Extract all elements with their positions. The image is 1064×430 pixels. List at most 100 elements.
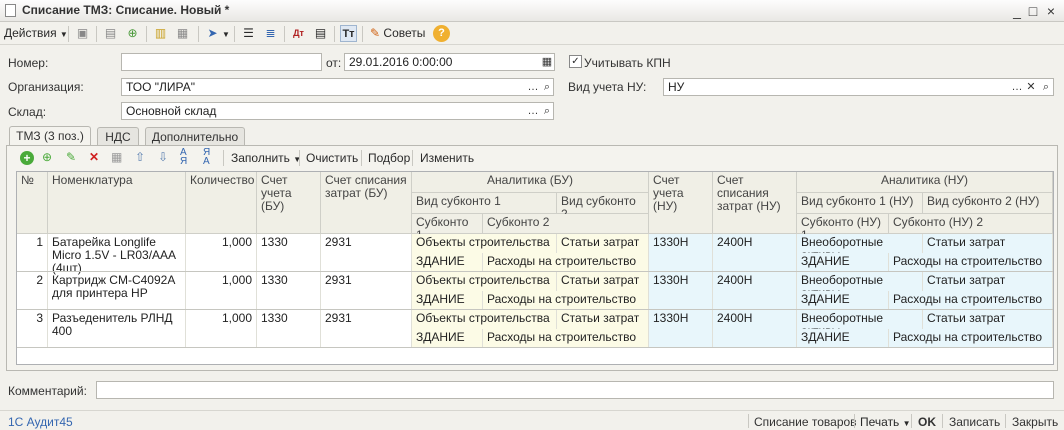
search-icon[interactable]: ⌕ [540, 79, 554, 95]
table-row[interactable]: 3 Разъеденитель РЛНД 400 1,000 1330 2931… [17, 310, 1053, 348]
header-nomenclature[interactable]: Номенклатура [48, 172, 186, 234]
warehouse-field[interactable]: Основной склад [121, 102, 554, 120]
sort-desc-icon[interactable]: ЯA [203, 148, 210, 167]
header-analytics-bu[interactable]: Аналитика (БУ) [412, 172, 649, 193]
subconto-1-nu-cell[interactable]: ЗДАНИЕ [797, 291, 889, 310]
table-row[interactable]: 1 Батарейка Longlife Micro 1.5V - LR03/A… [17, 234, 1053, 275]
subconto-1-cell[interactable]: ЗДАНИЕ [412, 329, 483, 348]
delete-icon[interactable]: ✕ [89, 150, 99, 164]
account-bu-cell[interactable]: 1330 [257, 272, 321, 310]
subconto-type-2-cell[interactable]: Статьи затрат [557, 272, 649, 291]
subconto-type-2-nu-cell[interactable]: Статьи затрат [923, 310, 1053, 329]
header-subconto-2-nu[interactable]: Субконто (НУ) 2 [889, 214, 1053, 234]
header-analytics-nu[interactable]: Аналитика (НУ) [797, 172, 1053, 193]
change-button[interactable]: Изменить [420, 151, 474, 165]
kpn-checkbox[interactable]: ✓ [569, 55, 582, 68]
writeoff-bu-cell[interactable]: 2931 [321, 234, 412, 272]
copy-icon[interactable]: ▤ [102, 25, 119, 42]
account-bu-cell[interactable]: 1330 [257, 234, 321, 272]
subconto-type-2-nu-cell[interactable]: Статьи затрат [923, 272, 1053, 291]
end-edit-icon[interactable]: ▦ [111, 150, 122, 164]
number-field[interactable] [121, 53, 322, 71]
add-row-icon[interactable]: + [20, 151, 34, 165]
quantity-cell[interactable]: 1,000 [186, 234, 257, 272]
subconto-1-cell[interactable]: ЗДАНИЕ [412, 291, 483, 310]
sort-asc-icon[interactable]: AЯ [180, 148, 187, 167]
subconto-type-1-nu-cell[interactable]: Внеоборотные активы [797, 234, 923, 262]
subconto-type-2-cell[interactable]: Статьи затрат [557, 310, 649, 329]
search-icon[interactable]: ⌕ [1039, 79, 1053, 95]
close-button[interactable]: Закрыть [1012, 415, 1058, 429]
header-subconto-type-1-nu[interactable]: Вид субконто 1 (НУ) [797, 193, 923, 214]
header-subconto-type-1[interactable]: Вид субконто 1 [412, 193, 557, 214]
date-field[interactable]: 29.01.2016 0:00:00 [344, 53, 555, 71]
report-icon[interactable]: ▤ [312, 25, 329, 42]
debit-credit-icon[interactable]: Дт [290, 25, 307, 42]
subconto-2-nu-cell[interactable]: Расходы на строительство [889, 253, 1053, 272]
header-subconto-1-nu[interactable]: Субконто (НУ) 1 [797, 214, 889, 242]
nu-type-field[interactable]: НУ [663, 78, 1054, 96]
writeoff-goods-button[interactable]: Списание товаров [754, 415, 857, 429]
writeoff-nu-cell[interactable]: 2400Н [713, 234, 797, 272]
search-icon[interactable]: ⌕ [540, 103, 554, 119]
subconto-type-1-cell[interactable]: Объекты строительства [412, 234, 557, 253]
quantity-cell[interactable]: 1,000 [186, 272, 257, 310]
clear-icon[interactable]: ✕ [1024, 79, 1038, 95]
writeoff-nu-cell[interactable]: 2400Н [713, 272, 797, 310]
select-button[interactable]: Подбор [368, 151, 410, 165]
fill-menu[interactable]: Заполнить ▼ [231, 151, 301, 165]
structure-icon[interactable]: ≣ [262, 25, 279, 42]
close-window-button[interactable]: × [1042, 2, 1060, 20]
header-subconto-type-2-nu[interactable]: Вид субконто 2 (НУ) [923, 193, 1053, 214]
account-bu-cell[interactable]: 1330 [257, 310, 321, 348]
account-nu-cell[interactable]: 1330Н [649, 310, 713, 348]
account-nu-cell[interactable]: 1330Н [649, 272, 713, 310]
subconto-1-cell[interactable]: ЗДАНИЕ [412, 253, 483, 272]
header-writeoff-bu[interactable]: Счет списания затрат (БУ) [321, 172, 412, 234]
nomenclature-cell[interactable]: Разъеденитель РЛНД 400 [48, 310, 186, 348]
actions-menu[interactable]: Действия ▼ [4, 26, 68, 40]
subconto-2-nu-cell[interactable]: Расходы на строительство [889, 329, 1053, 348]
writeoff-bu-cell[interactable]: 2931 [321, 272, 412, 310]
comment-field[interactable] [96, 381, 1054, 399]
subconto-type-1-cell[interactable]: Объекты строительства [412, 310, 557, 329]
move-down-icon[interactable]: ⇩ [158, 150, 168, 164]
unpost-icon[interactable]: ▦ [174, 25, 191, 42]
ellipsis-icon[interactable]: … [526, 79, 540, 95]
subconto-2-cell[interactable]: Расходы на строительство [483, 291, 649, 310]
tab-vat[interactable]: НДС [97, 127, 139, 146]
nomenclature-cell[interactable]: Батарейка Longlife Micro 1.5V - LR03/AAA… [48, 234, 186, 275]
subconto-type-1-nu-cell[interactable]: Внеоборотные активы [797, 310, 923, 338]
edit-icon[interactable]: ✎ [66, 150, 76, 164]
ok-button[interactable]: OK [918, 415, 936, 429]
move-up-icon[interactable]: ⇧ [135, 150, 145, 164]
calendar-icon[interactable]: ▦ [540, 54, 554, 70]
save-doc-icon[interactable]: ▥ [152, 25, 169, 42]
subconto-type-1-nu-cell[interactable]: Внеоборотные активы [797, 272, 923, 300]
save-button[interactable]: Записать [949, 415, 1000, 429]
subconto-1-nu-cell[interactable]: ЗДАНИЕ [797, 329, 889, 348]
writeoff-nu-cell[interactable]: 2400Н [713, 310, 797, 348]
subconto-2-cell[interactable]: Расходы на строительство [483, 253, 649, 272]
text-mode-icon[interactable]: Тт [340, 25, 357, 42]
account-nu-cell[interactable]: 1330Н [649, 234, 713, 272]
header-subconto-type-2[interactable]: Вид субконто 2 [557, 193, 649, 221]
subconto-2-nu-cell[interactable]: Расходы на строительство [889, 291, 1053, 310]
header-writeoff-nu[interactable]: Счет списания затрат (НУ) [713, 172, 797, 234]
subconto-1-nu-cell[interactable]: ЗДАНИЕ [797, 253, 889, 272]
header-subconto-1[interactable]: Субконто 1 [412, 214, 483, 242]
print-menu[interactable]: Печать ▼ [860, 415, 911, 429]
subconto-type-2-cell[interactable]: Статьи затрат [557, 234, 649, 253]
nomenclature-cell[interactable]: Картридж CM-C4092A для принтера HP [48, 272, 186, 310]
header-subconto-2[interactable]: Субконто 2 [483, 214, 649, 234]
clear-button[interactable]: Очистить [306, 151, 358, 165]
subconto-type-1-cell[interactable]: Объекты строительства [412, 272, 557, 291]
help-icon[interactable]: ? [433, 25, 450, 42]
tab-additional[interactable]: Дополнительно [145, 127, 245, 146]
post-icon[interactable]: ▣ [74, 25, 91, 42]
writeoff-bu-cell[interactable]: 2931 [321, 310, 412, 348]
copy-row-icon[interactable]: ⊕ [42, 150, 52, 164]
ellipsis-icon[interactable]: … [526, 103, 540, 119]
header-quantity[interactable]: Количество [186, 172, 257, 234]
organization-field[interactable]: ТОО "ЛИРА" [121, 78, 554, 96]
